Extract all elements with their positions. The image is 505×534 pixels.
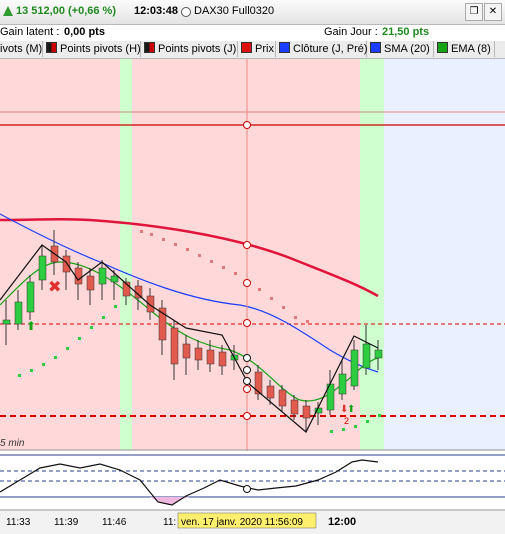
time-tick: 11: <box>163 517 176 528</box>
time-tick: 11:46 <box>102 517 127 528</box>
swatch-icon <box>370 42 381 53</box>
cross-marker-icon: ✖ <box>48 277 61 296</box>
swatch-icon <box>144 42 155 53</box>
swatch-icon <box>437 42 448 53</box>
crosshair-point <box>243 485 251 493</box>
bg-band <box>384 59 505 450</box>
up-arrow-icon: ⬆ <box>347 404 355 415</box>
bg-band <box>360 59 384 450</box>
timeframe-label: 5 min <box>0 438 25 449</box>
legend-item[interactable]: Prix <box>238 41 276 57</box>
legend-item[interactable]: ivots (M) <box>0 41 43 57</box>
time-tick: 11:39 <box>54 517 79 528</box>
legend-item[interactable]: Points pivots (H) <box>43 41 141 57</box>
indicator-legend: ivots (M) Points pivots (H) Points pivot… <box>0 41 505 59</box>
price-chart[interactable]: ✖ ⬆ ⬇ ⬆ 2 5 min 11:33 11:39 11:46 11: 12… <box>0 59 505 534</box>
swatch-icon <box>279 42 290 53</box>
gain-day-value: 21,50 pts <box>382 26 430 38</box>
swatch-icon <box>241 42 252 53</box>
restore-icon[interactable]: ❐ <box>465 3 483 21</box>
legend-item[interactable]: Clôture (J, Pré) <box>276 41 368 57</box>
crosshair-time-label: ven. 17 janv. 2020 11:56:09 <box>181 517 303 528</box>
radio-icon[interactable] <box>181 7 191 17</box>
up-arrow-icon <box>3 6 13 16</box>
instrument-name: DAX30 Full0320 <box>194 5 275 17</box>
legend-item[interactable]: SMA (20) <box>367 41 434 57</box>
title-bar: 13 512,00 (+0,66 %) 12:03:48 DAX30 Full0… <box>0 0 505 25</box>
marker-label: 2 <box>344 416 349 426</box>
close-icon[interactable]: ✕ <box>484 3 502 21</box>
gain-day-label: Gain Jour : <box>324 26 378 38</box>
gain-bar: Gain latent : 0,00 pts Gain Jour : 21,50… <box>0 25 505 42</box>
legend-item[interactable]: Points pivots (J) <box>141 41 238 57</box>
gain-latent-value: 0,00 pts <box>64 26 105 38</box>
up-arrow-icon: ⬆ <box>26 319 36 333</box>
clock-time: 12:03:48 <box>134 5 179 17</box>
gain-latent-label: Gain latent : <box>0 26 60 38</box>
bg-band <box>120 59 132 450</box>
legend-item[interactable]: EMA (8) <box>434 41 495 57</box>
time-tick: 12:00 <box>328 516 356 528</box>
bg-band <box>0 59 120 450</box>
swatch-icon <box>46 42 57 53</box>
time-tick: 11:33 <box>6 517 31 528</box>
price-change: 13 512,00 (+0,66 %) <box>16 5 116 17</box>
